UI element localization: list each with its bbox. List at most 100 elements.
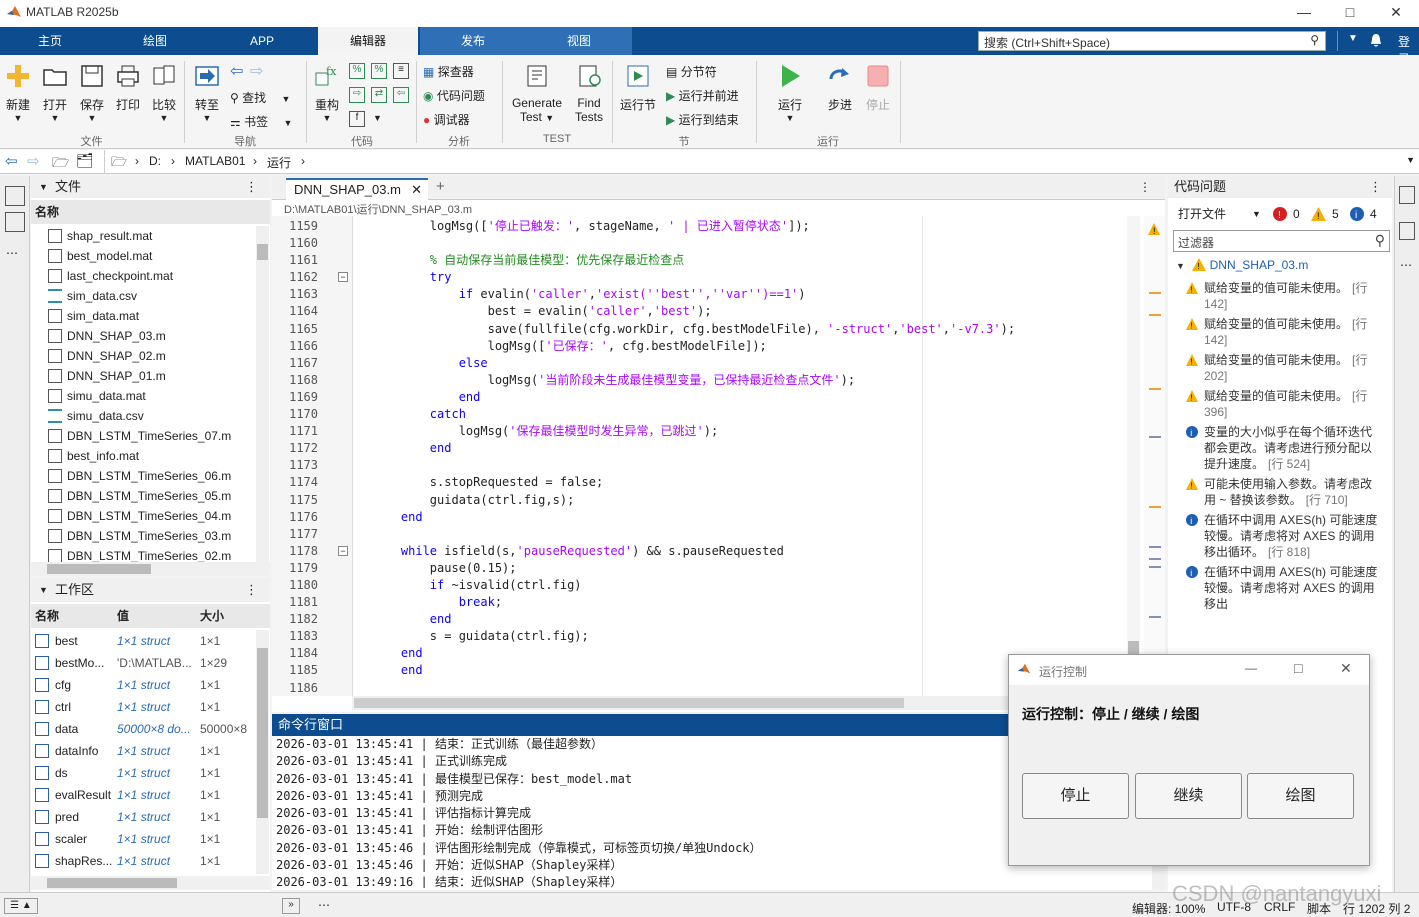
issue-item[interactable]: ! 赋给变量的值可能未使用。 [行 396]	[1168, 388, 1378, 420]
file-item[interactable]: DBN_LSTM_TimeSeries_07.m	[31, 426, 255, 446]
section-break-button[interactable]: ▤ 分节符	[666, 63, 717, 80]
more-icon[interactable]: ⋯	[1400, 258, 1412, 272]
file-item[interactable]: DNN_SHAP_01.m	[31, 366, 255, 386]
file-item[interactable]: DBN_LSTM_TimeSeries_05.m	[31, 486, 255, 506]
forward-icon[interactable]: ⇨	[27, 152, 40, 170]
ws-scrollbar[interactable]	[256, 630, 269, 874]
step-button[interactable]: 步进	[822, 63, 858, 113]
browse-folder-icon[interactable]: 🗂	[76, 152, 94, 169]
issue-item[interactable]: ! 赋给变量的值可能未使用。 [行 142]	[1168, 316, 1378, 348]
ws-col-size[interactable]: 大小	[200, 604, 224, 628]
file-item[interactable]: simu_data.csv	[31, 406, 255, 426]
run-to-end-button[interactable]: ▶ 运行到结束	[666, 111, 739, 128]
tab-apps[interactable]: APP	[212, 27, 312, 55]
error-icon[interactable]: !	[1273, 207, 1287, 221]
close-button[interactable]: ✕	[1373, 0, 1419, 27]
minimize-button[interactable]: —	[1281, 0, 1327, 27]
run-advance-button[interactable]: ▶ 运行并前进	[666, 87, 739, 104]
ws-hscrollbar[interactable]	[31, 876, 270, 890]
path-folder2[interactable]: 运行	[267, 154, 291, 171]
more-icon[interactable]: ⋯	[6, 246, 18, 260]
file-item[interactable]: DNN_SHAP_03.m	[31, 326, 255, 346]
back-icon[interactable]: ⇦	[5, 152, 18, 170]
save-button[interactable]: 保存 ▼	[77, 63, 107, 123]
dialog-minimize-button[interactable]: —	[1245, 661, 1257, 675]
comment-icon[interactable]: %	[371, 63, 387, 79]
issues-file-node[interactable]: ▼ ! DNN_SHAP_03.m	[1176, 258, 1308, 272]
editor-tab[interactable]: DNN_SHAP_03.m ✕	[286, 178, 428, 200]
files-panel-icon[interactable]	[5, 186, 25, 206]
inspector-button[interactable]: ▦ 探查器	[423, 63, 474, 80]
warning-icon[interactable]: !	[1147, 222, 1161, 236]
file-item[interactable]: last_checkpoint.mat	[31, 266, 255, 286]
workspace-row[interactable]: pred 1×1 struct 1×1	[31, 806, 255, 828]
up-folder-icon[interactable]: 🗁	[52, 152, 69, 176]
workspace-row[interactable]: cfg 1×1 struct 1×1	[31, 674, 255, 696]
path-drive[interactable]: D:	[149, 154, 161, 168]
close-tab-icon[interactable]: ✕	[411, 180, 422, 200]
collapse-icon[interactable]: ▼	[39, 578, 48, 602]
workspace-row[interactable]: scaler 1×1 struct 1×1	[31, 828, 255, 850]
files-hscrollbar[interactable]	[31, 562, 270, 576]
chevron-down-icon[interactable]: ▼	[1406, 155, 1415, 165]
issues-scope[interactable]: 打开文件	[1178, 202, 1226, 226]
file-item[interactable]: DBN_LSTM_TimeSeries_04.m	[31, 506, 255, 526]
path-field[interactable]: 🗁 › D: › MATLAB01 › 运行 › ▼	[104, 150, 1419, 173]
issue-item[interactable]: ! 赋给变量的值可能未使用。 [行 202]	[1168, 352, 1378, 384]
path-folder1[interactable]: MATLAB01	[185, 154, 245, 168]
find-tests-button[interactable]: Find Tests	[572, 63, 606, 124]
file-item[interactable]: best_info.mat	[31, 446, 255, 466]
workspace-row[interactable]: data 50000×8 do... 50000×8	[31, 718, 255, 740]
wrap-icon[interactable]: ≡	[393, 63, 409, 79]
run-section-button[interactable]: 运行节	[618, 63, 658, 113]
find-button[interactable]: ⚲ 查找 ▼	[230, 89, 290, 106]
smart-indent-icon[interactable]: ⇄	[371, 87, 387, 103]
run-button[interactable]: 运行 ▼	[772, 63, 808, 123]
fold-icon[interactable]: −	[338, 272, 348, 282]
workspace-row[interactable]: dataInfo 1×1 struct 1×1	[31, 740, 255, 762]
workspace-row[interactable]: best 1×1 struct 1×1	[31, 630, 255, 652]
issue-item[interactable]: i 在循环中调用 AXES(h) 可能速度较慢。请考虑将对 AXES 的调用移出循…	[1168, 512, 1378, 560]
editor-vscrollbar[interactable]	[1127, 216, 1140, 696]
tab-publish[interactable]: 发布	[420, 27, 526, 55]
warning-icon[interactable]: !	[1311, 207, 1326, 221]
code-issues-panel-icon[interactable]	[1399, 186, 1415, 204]
tab-editor[interactable]: 编辑器	[318, 27, 418, 55]
new-button[interactable]: 新建 ▼	[3, 63, 33, 123]
ws-col-name[interactable]: 名称	[35, 604, 59, 628]
generate-test-button[interactable]: Generate Test ▼	[508, 63, 566, 124]
tab-home[interactable]: 主页	[0, 27, 100, 55]
files-scrollbar[interactable]	[256, 226, 269, 562]
workspace-row[interactable]: bestMo... 'D:\MATLAB... 1×29	[31, 652, 255, 674]
issue-item[interactable]: ! 赋给变量的值可能未使用。 [行 142]	[1168, 280, 1378, 312]
stop-button[interactable]: 停止	[862, 63, 894, 113]
info-icon[interactable]: i	[1350, 207, 1364, 221]
file-item[interactable]: simu_data.mat	[31, 386, 255, 406]
chevron-down-icon[interactable]: ▼	[1252, 202, 1261, 226]
file-item[interactable]: sim_data.csv	[31, 286, 255, 306]
dialog-maximize-button[interactable]: □	[1294, 660, 1302, 676]
properties-panel-icon[interactable]	[1399, 222, 1415, 240]
compare-button[interactable]: 比较 ▼	[149, 63, 179, 123]
percent-icon[interactable]: %	[349, 63, 365, 79]
file-item[interactable]: shap_result.mat	[31, 226, 255, 246]
bookmark-button[interactable]: ⚎ 书签 ▼	[230, 113, 292, 130]
search-input[interactable]: 搜索 (Ctrl+Shift+Space) ⚲	[978, 31, 1326, 51]
more-icon[interactable]: ⋯	[318, 898, 330, 912]
tab-plots[interactable]: 绘图	[105, 27, 205, 55]
issue-item[interactable]: i 在循环中调用 AXES(h) 可能速度较慢。请考虑将对 AXES 的调用移出	[1168, 564, 1378, 612]
chevron-down-icon[interactable]: ▼	[1348, 33, 1358, 44]
workspace-row[interactable]: ds 1×1 struct 1×1	[31, 762, 255, 784]
panel-menu-icon[interactable]: ⋮	[245, 176, 258, 198]
open-button[interactable]: 打开 ▼	[40, 63, 70, 123]
file-item[interactable]: DBN_LSTM_TimeSeries_03.m	[31, 526, 255, 546]
fold-icon[interactable]: −	[338, 546, 348, 556]
panel-menu-icon[interactable]: ⋮	[1369, 176, 1382, 198]
files-col-name[interactable]: 名称	[31, 200, 270, 224]
goto-button[interactable]: 转至 ▼	[190, 63, 224, 123]
fx-icon[interactable]: f	[349, 111, 365, 127]
indent-icon[interactable]: ⇨	[349, 87, 365, 103]
filter-input[interactable]: 过滤器 ⚲	[1173, 230, 1390, 252]
outdent-icon[interactable]: ⇦	[393, 87, 409, 103]
collapse-icon[interactable]: ▼	[39, 176, 48, 198]
